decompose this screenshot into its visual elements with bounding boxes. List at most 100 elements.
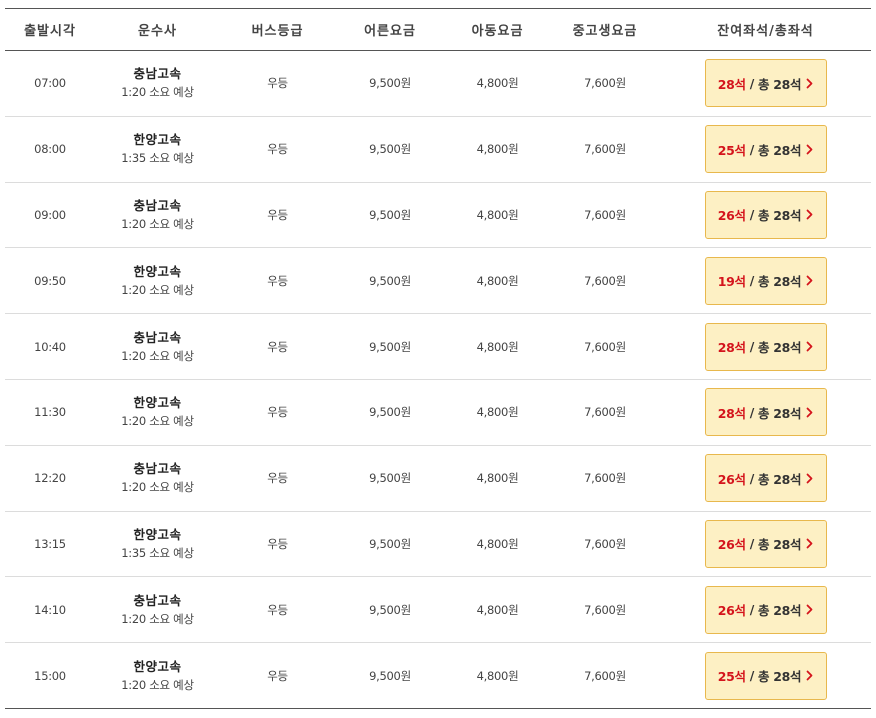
chevron-right-icon xyxy=(806,538,813,549)
seat-select-button[interactable]: 25석 / 총 28석 xyxy=(704,651,827,700)
bus-schedule-table: 출발시각 운수사 버스등급 어른요금 아동요금 중고생요금 잔여좌석/총좌석 0… xyxy=(5,8,871,709)
table-row: 07:00 충남고속 1:20 소요 예상 우등 9,500원 4,800원 7,600원 2… xyxy=(5,51,871,117)
total-seats: 총 28석 xyxy=(758,537,802,553)
header-child-fare: 아동요금 xyxy=(471,24,524,39)
bus-grade: 우등 xyxy=(267,76,288,91)
company-name: 충남고속 xyxy=(133,592,182,608)
trip-duration: 1:20 소요 예상 xyxy=(121,216,194,231)
remaining-seats: 25석 xyxy=(717,669,746,685)
seat-cell: 26석 / 총 28석 xyxy=(660,190,871,239)
student-fare: 7,600원 xyxy=(584,207,626,222)
company-cell: 충남고속 1:20 소요 예상 xyxy=(95,460,220,496)
trip-duration: 1:20 소요 예상 xyxy=(121,85,194,100)
bus-grade: 우등 xyxy=(267,536,288,551)
remaining-seats: 25석 xyxy=(717,142,746,158)
seat-select-button[interactable]: 26석 / 총 28석 xyxy=(704,454,827,503)
depart-time: 12:20 xyxy=(34,471,66,486)
depart-time: 13:15 xyxy=(34,536,66,551)
chevron-right-icon xyxy=(806,341,813,352)
child-fare: 4,800원 xyxy=(476,471,519,486)
total-seats: 총 28석 xyxy=(758,669,802,685)
adult-fare: 9,500원 xyxy=(369,536,411,551)
remaining-seats: 19석 xyxy=(717,274,746,290)
student-fare: 7,600원 xyxy=(584,273,626,288)
total-seats: 총 28석 xyxy=(758,471,802,487)
child-fare: 4,800원 xyxy=(476,273,519,288)
seat-cell: 26석 / 총 28석 xyxy=(660,519,871,568)
seat-separator: / xyxy=(749,273,755,289)
depart-time: 10:40 xyxy=(34,339,66,354)
student-fare: 7,600원 xyxy=(584,405,626,420)
seat-separator: / xyxy=(749,339,755,355)
remaining-seats: 28석 xyxy=(717,340,746,356)
adult-fare: 9,500원 xyxy=(369,207,411,222)
child-fare: 4,800원 xyxy=(476,405,519,420)
table-row: 13:15 한양고속 1:35 소요 예상 우등 9,500원 4,800원 7,600원 2… xyxy=(5,512,871,578)
total-seats: 총 28석 xyxy=(758,274,802,290)
remaining-seats: 26석 xyxy=(717,603,746,619)
table-header: 출발시각 운수사 버스등급 어른요금 아동요금 중고생요금 잔여좌석/총좌석 xyxy=(5,8,871,51)
child-fare: 4,800원 xyxy=(476,142,519,157)
seat-cell: 25석 / 총 28석 xyxy=(660,651,871,700)
company-cell: 충남고속 1:20 소요 예상 xyxy=(95,65,220,101)
chevron-right-icon xyxy=(806,144,813,155)
seat-select-button[interactable]: 25석 / 총 28석 xyxy=(704,125,827,174)
bus-grade: 우등 xyxy=(267,207,288,222)
trip-duration: 1:20 소요 예상 xyxy=(121,677,194,692)
seat-select-button[interactable]: 28석 / 총 28석 xyxy=(704,59,827,108)
seat-select-button[interactable]: 28석 / 총 28석 xyxy=(704,388,827,437)
header-bus-grade: 버스등급 xyxy=(251,24,304,39)
table-row: 08:00 한양고속 1:35 소요 예상 우등 9,500원 4,800원 7,600원 2… xyxy=(5,117,871,183)
seat-select-button[interactable]: 26석 / 총 28석 xyxy=(704,519,827,568)
student-fare: 7,600원 xyxy=(584,536,626,551)
seat-select-button[interactable]: 28석 / 총 28석 xyxy=(704,322,827,371)
company-cell: 충남고속 1:20 소요 예상 xyxy=(95,592,220,628)
depart-time: 11:30 xyxy=(34,405,66,420)
header-company: 운수사 xyxy=(138,24,177,39)
adult-fare: 9,500원 xyxy=(369,471,411,486)
company-cell: 한양고속 1:35 소요 예상 xyxy=(95,526,220,562)
total-seats: 총 28석 xyxy=(758,340,802,356)
chevron-right-icon xyxy=(806,473,813,484)
company-cell: 한양고속 1:20 소요 예상 xyxy=(95,394,220,430)
adult-fare: 9,500원 xyxy=(369,668,411,683)
company-name: 한양고속 xyxy=(133,658,182,674)
table-row: 14:10 충남고속 1:20 소요 예상 우등 9,500원 4,800원 7,600원 2… xyxy=(5,577,871,644)
table-row: 09:50 한양고속 1:20 소요 예상 우등 9,500원 4,800원 7,600원 1… xyxy=(5,248,871,315)
company-name: 한양고속 xyxy=(133,526,182,542)
seat-select-button[interactable]: 19석 / 총 28석 xyxy=(704,256,827,305)
chevron-right-icon xyxy=(806,670,813,681)
total-seats: 총 28석 xyxy=(758,208,802,224)
seat-select-button[interactable]: 26석 / 총 28석 xyxy=(704,190,827,239)
company-cell: 한양고속 1:35 소요 예상 xyxy=(95,131,220,167)
bus-grade: 우등 xyxy=(267,602,288,617)
seat-separator: / xyxy=(749,602,755,618)
table-body: 07:00 충남고속 1:20 소요 예상 우등 9,500원 4,800원 7,600원 2… xyxy=(5,51,871,709)
trip-duration: 1:20 소요 예상 xyxy=(121,282,194,297)
header-depart-time: 출발시각 xyxy=(24,24,76,39)
adult-fare: 9,500원 xyxy=(369,142,411,157)
seat-separator: / xyxy=(749,75,755,91)
seat-cell: 26석 / 총 28석 xyxy=(660,454,871,503)
student-fare: 7,600원 xyxy=(584,602,626,617)
company-name: 한양고속 xyxy=(133,395,182,411)
company-name: 충남고속 xyxy=(133,461,182,477)
bus-grade: 우등 xyxy=(267,405,288,420)
child-fare: 4,800원 xyxy=(476,536,519,551)
trip-duration: 1:20 소요 예상 xyxy=(121,414,194,429)
bus-grade: 우등 xyxy=(267,142,288,157)
student-fare: 7,600원 xyxy=(584,471,626,486)
seat-cell: 19석 / 총 28석 xyxy=(660,256,871,305)
depart-time: 09:50 xyxy=(34,273,66,288)
company-name: 충남고속 xyxy=(133,329,182,345)
remaining-seats: 26석 xyxy=(717,471,746,487)
seat-separator: / xyxy=(749,207,755,223)
seat-separator: / xyxy=(749,141,755,157)
seat-select-button[interactable]: 26석 / 총 28석 xyxy=(704,585,827,634)
trip-duration: 1:35 소요 예상 xyxy=(121,151,194,166)
total-seats: 총 28석 xyxy=(758,142,802,158)
remaining-seats: 26석 xyxy=(717,208,746,224)
child-fare: 4,800원 xyxy=(476,602,519,617)
chevron-right-icon xyxy=(806,78,813,89)
student-fare: 7,600원 xyxy=(584,142,626,157)
